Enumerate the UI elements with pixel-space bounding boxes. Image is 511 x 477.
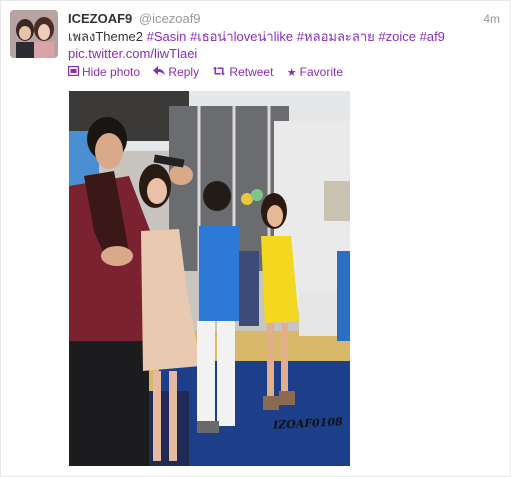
tweet-header: ICEZOAF9 @icezoaf9 4m <box>68 10 500 28</box>
retweet-icon <box>212 65 226 81</box>
tweet-text: เพลงTheme2 #Sasin #เธอน่าloveน่าlike #หล… <box>68 28 500 62</box>
hashtag-melt[interactable]: #หลอมละลาย <box>297 29 375 44</box>
retweet-label: Retweet <box>229 65 274 79</box>
user-handle[interactable]: @icezoaf9 <box>139 11 201 26</box>
display-name[interactable]: ICEZOAF9 <box>68 11 132 26</box>
hashtag-zoice[interactable]: #zoice <box>378 29 416 44</box>
timestamp[interactable]: 4m <box>483 10 500 28</box>
avatar-image <box>10 10 58 58</box>
tweet-photo[interactable]: IZOAF0108 <box>69 91 350 466</box>
avatar[interactable] <box>10 10 58 58</box>
hashtag-sasin[interactable]: #Sasin <box>147 29 187 44</box>
hide-photo-label: Hide photo <box>82 65 141 79</box>
tweet-card: ICEZOAF9 @icezoaf9 4m เพลงTheme2 #Sasin … <box>0 0 511 477</box>
hashtag-love-like[interactable]: #เธอน่าloveน่าlike <box>190 29 293 44</box>
tweet-text-prefix: เพลงTheme2 <box>68 29 147 44</box>
photo-icon <box>67 65 80 81</box>
photo-link[interactable]: pic.twitter.com/liwTlaei <box>68 46 197 61</box>
retweet-button[interactable]: Retweet <box>212 64 273 81</box>
favorite-button[interactable]: ★ Favorite <box>287 64 343 81</box>
reply-arrow-icon <box>153 65 166 81</box>
reply-button[interactable]: Reply <box>153 64 199 81</box>
photo-image <box>69 91 350 466</box>
favorite-label: Favorite <box>299 65 344 79</box>
tweet-actions: Hide photo Reply Retweet ★ Favorite <box>67 64 353 81</box>
hide-photo-button[interactable]: Hide photo <box>67 64 141 81</box>
star-icon: ★ <box>286 67 297 79</box>
hashtag-af9[interactable]: #af9 <box>420 29 445 44</box>
reply-label: Reply <box>168 65 200 79</box>
